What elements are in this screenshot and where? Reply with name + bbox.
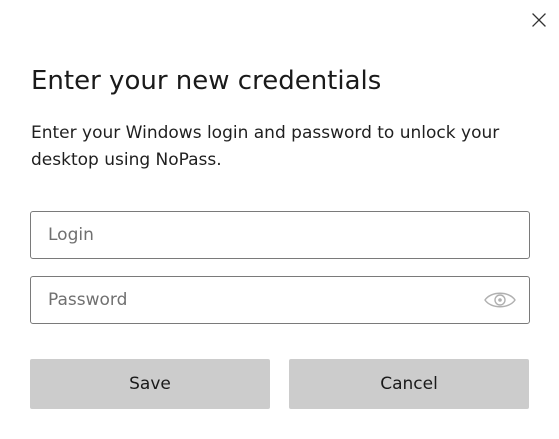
close-button[interactable] <box>527 8 551 32</box>
dialog-description: Enter your Windows login and password to… <box>31 123 500 170</box>
close-icon <box>532 13 546 27</box>
login-input[interactable] <box>31 212 529 258</box>
login-field <box>30 211 530 259</box>
credentials-dialog: Enter your new credentials Enter your Wi… <box>0 0 559 439</box>
dialog-title: Enter your new credentials <box>31 66 382 96</box>
password-input[interactable] <box>31 277 529 323</box>
password-field <box>30 276 530 324</box>
eye-icon <box>484 292 516 308</box>
show-password-button[interactable] <box>482 288 518 312</box>
cancel-button[interactable]: Cancel <box>289 359 529 409</box>
save-button[interactable]: Save <box>30 359 270 409</box>
